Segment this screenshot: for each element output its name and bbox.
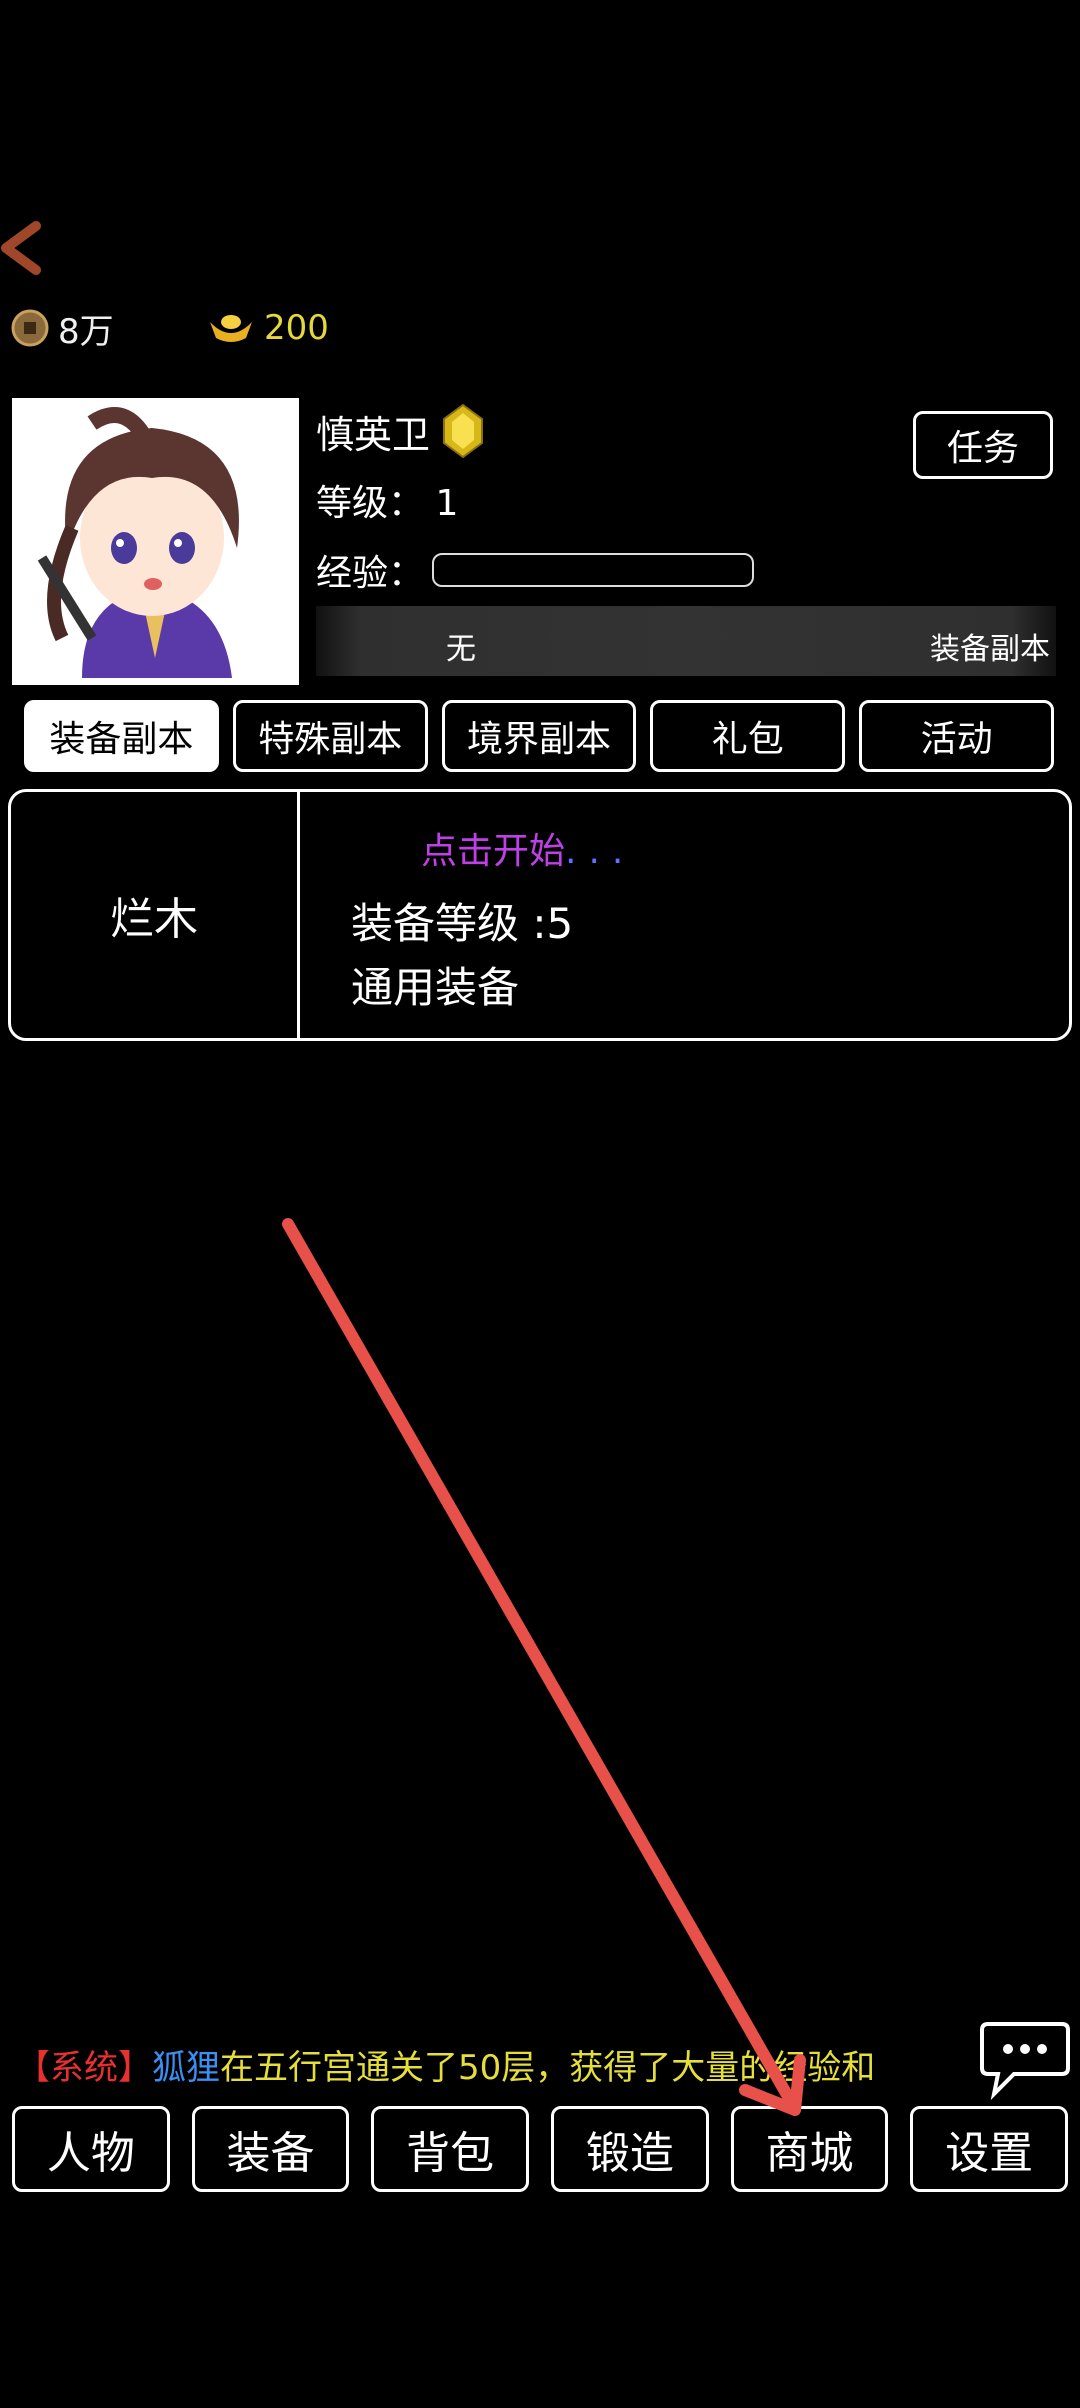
nav-character-button[interactable]: 人物 [12,2106,170,2192]
nav-bag-button[interactable]: 背包 [371,2106,530,2192]
dungeon-divider [297,792,300,1038]
player-name: 慎英卫 [316,412,431,457]
back-arrow-icon[interactable] [0,218,44,278]
info-right-text: 装备副本 [930,632,1050,667]
coin-icon [11,309,49,347]
tab-gift-pack[interactable]: 礼包 [650,700,846,772]
tab-realm-dungeon[interactable]: 境界副本 [441,700,637,772]
player-level: 等级： 1 [316,474,458,526]
player-avatar[interactable] [12,398,299,685]
ingot-counter: 200 [206,300,329,356]
ingot-value: 200 [264,308,329,348]
dungeon-equip-type: 通用装备 [351,963,520,1012]
nav-settings-button[interactable]: 设置 [910,2106,1069,2192]
exp-progress-bar [432,553,755,587]
dungeon-name: 烂木 [110,894,198,945]
nav-shop-button[interactable]: 商城 [730,2106,889,2192]
nav-equipment-button[interactable]: 装备 [191,2106,350,2192]
current-info-bar: 无 装备副本 [316,606,1056,676]
level-value: 1 [435,483,459,524]
coin-value: 8万 [58,311,114,352]
gold-ingot-icon [210,315,252,342]
gem-rank-icon [443,403,484,459]
start-dots: ... [565,831,636,872]
coin-counter: 8万 [10,300,114,356]
dungeon-equip-level: 装备等级 :5 [351,899,574,948]
task-button[interactable]: 任务 [913,411,1053,479]
player-name-row: 慎英卫 [316,400,484,462]
tab-special-dungeon[interactable]: 特殊副本 [232,700,428,772]
level-label: 等级： [316,483,425,524]
dungeon-tabs: 装备副本 特殊副本 境界副本 礼包 活动 [24,700,1054,772]
player-exp: 经验： [316,544,755,596]
system-message: 【系统】狐狸在五行宫通关了50层，获得了大量的经验和 [16,2040,875,2089]
exp-label: 经验： [316,553,425,594]
bottom-nav: 人物 装备 背包 锻造 商城 设置 [12,2106,1069,2192]
system-tag: 【系统】 [16,2048,152,2088]
info-left-text: 无 [446,632,476,667]
tab-equipment-dungeon[interactable]: 装备副本 [24,700,219,772]
system-text: 在五行宫通关了50层，获得了大量的经验和 [220,2048,876,2088]
tab-events[interactable]: 活动 [859,700,1054,772]
start-text: 点击开始 [421,831,566,872]
chat-bubble-icon[interactable] [980,2020,1070,2101]
dungeon-card[interactable]: 烂木 点击开始... 装备等级 :5 通用装备 [8,789,1072,1041]
dungeon-start-prompt[interactable]: 点击开始... [421,822,635,874]
system-player: 狐狸 [152,2048,220,2088]
nav-forge-button[interactable]: 锻造 [551,2106,709,2192]
